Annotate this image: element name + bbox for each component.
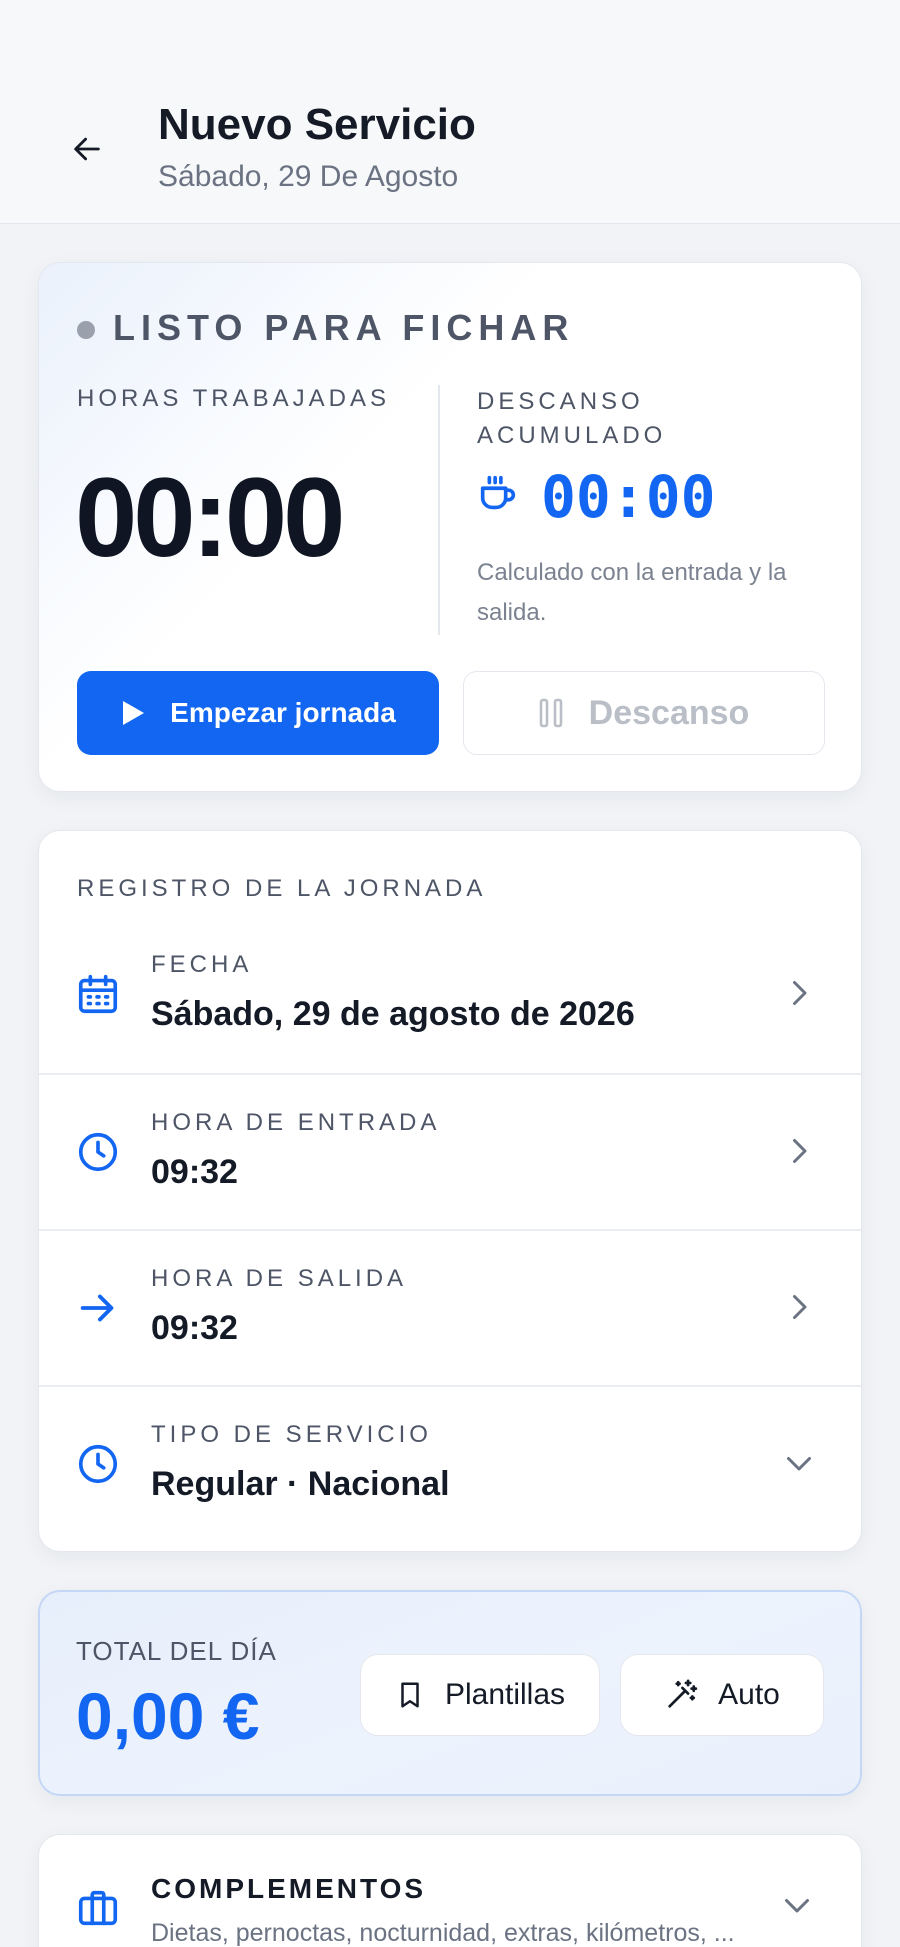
briefcase-icon	[78, 1890, 118, 1926]
break-button[interactable]: Descanso	[463, 671, 825, 755]
chevron-down-icon	[787, 1457, 811, 1471]
day-total-value: 0,00 €	[76, 1679, 260, 1753]
top-bar: Nuevo Servicio Sábado, 29 De Agosto	[0, 0, 900, 224]
auto-label: Auto	[718, 1678, 780, 1711]
complements-description: Dietas, pernoctas, nocturnidad, extras, …	[151, 1919, 735, 1947]
shift-register-card: REGISTRO DE LA JORNADA FECHA Sábado, 29 …	[38, 830, 862, 1552]
page-title: Nuevo Servicio	[158, 100, 476, 149]
end-time-value: 09:32	[151, 1309, 238, 1347]
register-caption: REGISTRO DE LA JORNADA	[77, 875, 487, 902]
clock-icon	[78, 1132, 118, 1172]
bookmark-icon	[401, 1682, 419, 1708]
service-type-value: Regular · Nacional	[151, 1465, 450, 1503]
day-total-caption: TOTAL DEL DÍA	[76, 1636, 277, 1666]
service-type-row[interactable]: TIPO DE SERVICIO Regular · Nacional	[39, 1385, 861, 1541]
chevron-right-icon	[793, 1139, 807, 1163]
status-dot	[77, 321, 95, 339]
auto-button[interactable]: Auto	[620, 1654, 824, 1736]
chevron-right-icon	[793, 981, 807, 1005]
chevron-down-icon	[785, 1899, 809, 1913]
start-time-caption: HORA DE ENTRADA	[151, 1109, 441, 1136]
hours-worked-caption: HORAS TRABAJADAS	[77, 385, 390, 412]
complements-card[interactable]: COMPLEMENTOS Dietas, pernoctas, nocturni…	[38, 1834, 862, 1947]
chevron-right-icon	[793, 1295, 807, 1319]
time-tracker-card: LISTO PARA FICHAR HORAS TRABAJADAS 00:00…	[38, 262, 862, 792]
play-icon	[123, 701, 145, 725]
hours-worked-value: 00:00	[75, 455, 345, 580]
pause-icon	[539, 698, 562, 728]
clock-icon	[78, 1444, 118, 1484]
start-time-row[interactable]: HORA DE ENTRADA 09:32	[39, 1073, 861, 1229]
date-row[interactable]: FECHA Sábado, 29 de agosto de 2026	[39, 917, 861, 1073]
start-shift-button[interactable]: Empezar jornada	[77, 671, 439, 755]
back-button[interactable]	[62, 124, 112, 174]
break-note: Calculado con la entrada y la salida.	[477, 559, 787, 626]
service-type-caption: TIPO DE SERVICIO	[151, 1421, 432, 1448]
break-accumulated-value: 00:00	[541, 463, 716, 531]
complements-title: COMPLEMENTOS	[151, 1873, 427, 1904]
break-button-label: Descanso	[588, 693, 750, 732]
arrow-right-icon	[80, 1294, 114, 1322]
start-shift-label: Empezar jornada	[170, 697, 396, 728]
arrow-left-icon	[74, 137, 100, 161]
calendar-icon	[78, 974, 118, 1014]
magic-wand-icon	[668, 1679, 698, 1708]
date-caption: FECHA	[151, 951, 253, 978]
day-total-card: TOTAL DEL DÍA 0,00 € Plantillas Auto	[38, 1590, 862, 1796]
templates-button[interactable]: Plantillas	[360, 1654, 600, 1736]
status-label: LISTO PARA FICHAR	[113, 307, 575, 348]
page-subtitle: Sábado, 29 De Agosto	[158, 160, 459, 193]
coffee-icon	[480, 475, 516, 510]
end-time-row[interactable]: HORA DE SALIDA 09:32	[39, 1229, 861, 1385]
templates-label: Plantillas	[444, 1678, 566, 1711]
break-caption: DESCANSO ACUMULADO	[477, 388, 667, 449]
start-time-value: 09:32	[151, 1153, 238, 1191]
date-value: Sábado, 29 de agosto de 2026	[151, 995, 635, 1033]
end-time-caption: HORA DE SALIDA	[151, 1265, 408, 1292]
vertical-divider	[438, 385, 440, 635]
